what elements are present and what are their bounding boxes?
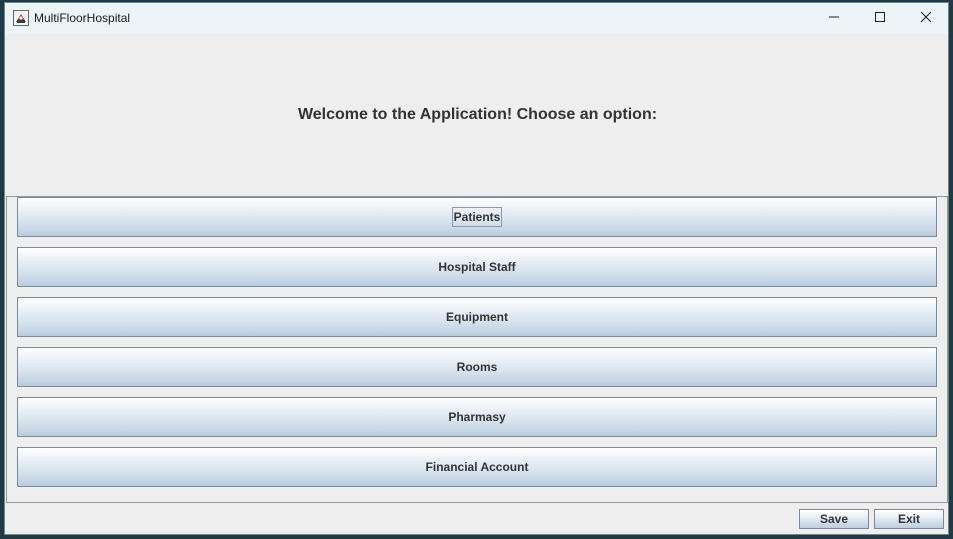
save-button[interactable]: Save [799, 509, 869, 529]
java-app-icon [13, 10, 29, 26]
menu-panel: Patients Hospital Staff Equipment Rooms … [6, 196, 948, 503]
welcome-heading: Welcome to the Application! Choose an op… [297, 106, 658, 123]
app-window: MultiFloorHospital Welcome to the Applic… [4, 2, 949, 535]
financial-account-button-label: Financial Account [425, 460, 529, 474]
minimize-button[interactable] [811, 3, 857, 34]
header-panel: Welcome to the Application! Choose an op… [5, 34, 948, 196]
close-icon [920, 10, 932, 28]
pharmacy-button[interactable]: Pharmasy [17, 397, 937, 437]
financial-account-button[interactable]: Financial Account [17, 447, 937, 487]
hospital-staff-button-label: Hospital Staff [438, 260, 516, 274]
window-title: MultiFloorHospital [34, 11, 131, 25]
patients-button-label: Patients [451, 207, 503, 227]
minimize-icon [828, 10, 840, 28]
rooms-button-label: Rooms [456, 360, 498, 374]
maximize-icon [874, 10, 886, 28]
title-bar[interactable]: MultiFloorHospital [5, 3, 948, 34]
equipment-button[interactable]: Equipment [17, 297, 937, 337]
equipment-button-label: Equipment [446, 310, 508, 324]
rooms-button[interactable]: Rooms [17, 347, 937, 387]
footer-bar: Save Exit [5, 503, 948, 534]
patients-button[interactable]: Patients [17, 197, 937, 237]
maximize-button[interactable] [857, 3, 903, 34]
exit-button[interactable]: Exit [874, 509, 944, 529]
pharmacy-button-label: Pharmasy [448, 410, 506, 424]
close-button[interactable] [903, 3, 948, 34]
hospital-staff-button[interactable]: Hospital Staff [17, 247, 937, 287]
